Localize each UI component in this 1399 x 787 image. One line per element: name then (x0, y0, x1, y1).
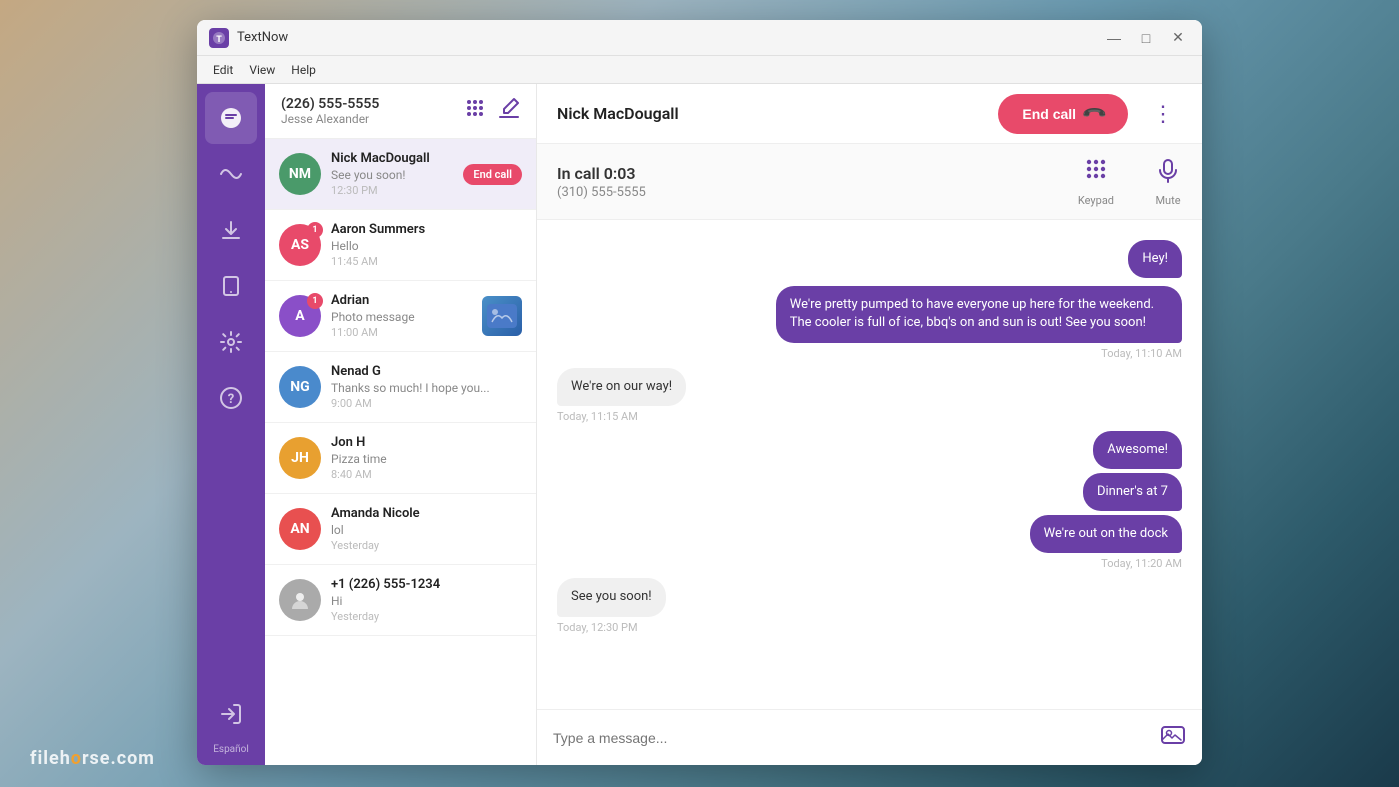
header-actions (464, 97, 520, 125)
sidebar-language[interactable]: Español (213, 744, 249, 765)
titlebar: T TextNow — □ ✕ (197, 20, 1202, 56)
watermark: filehorse.com (30, 748, 155, 769)
avatar-as: AS 1 (279, 224, 321, 266)
conversation-item-ng[interactable]: NG Nenad G Thanks so much! I hope you...… (265, 352, 536, 423)
keypad-button[interactable] (464, 97, 486, 125)
call-timer: In call 0:03 (557, 164, 1078, 183)
app-title: TextNow (237, 30, 1102, 45)
conv-info-unknown: +1 (226) 555-1234 Hi Yesterday (331, 577, 522, 623)
message-group-onway: We're on our way! Today, 11:15 AM (557, 368, 1182, 423)
call-info: In call 0:03 (310) 555-5555 (557, 164, 1078, 200)
unread-badge-a: 1 (307, 293, 323, 309)
maximize-button[interactable]: □ (1134, 28, 1158, 48)
svg-text:?: ? (228, 392, 234, 407)
menu-help[interactable]: Help (283, 59, 324, 81)
avatar-ng: NG (279, 366, 321, 408)
avatar-nm: NM (279, 153, 321, 195)
user-name: Jesse Alexander (281, 112, 464, 126)
keypad-label: Keypad (1078, 194, 1114, 207)
conversation-item-an[interactable]: AN Amanda Nicole lol Yesterday (265, 494, 536, 565)
avatar-unknown (279, 579, 321, 621)
message-group-seeyou: See you soon! Today, 12:30 PM (557, 578, 1182, 633)
avatar-jh: JH (279, 437, 321, 479)
sidebar-item-download[interactable] (205, 204, 257, 256)
call-actions: Keypad Mute (1078, 156, 1182, 207)
phone-hangup-icon: 📞 (1080, 99, 1108, 127)
message-bubble: Hey! (1128, 240, 1182, 278)
sidebar-item-logout[interactable] (205, 688, 257, 740)
app-logo: T (209, 28, 229, 48)
message-bubble: We're pretty pumped to have everyone up … (776, 286, 1182, 342)
conv-info-nm: Nick MacDougall See you soon! 12:30 PM (331, 151, 457, 197)
message-bubble: See you soon! (557, 578, 666, 616)
app-window: T TextNow — □ ✕ Edit View Help (197, 20, 1202, 765)
minimize-button[interactable]: — (1102, 28, 1126, 48)
avatar-a: A 1 (279, 295, 321, 337)
sidebar: ? Español (197, 84, 265, 765)
menu-edit[interactable]: Edit (205, 59, 241, 81)
message-input-area (537, 709, 1202, 765)
app-body: ? Español (226) 555-5555 Jesse Alexander (197, 84, 1202, 765)
close-button[interactable]: ✕ (1166, 28, 1190, 48)
message-bubble: Dinner's at 7 (1083, 473, 1182, 511)
attach-image-button[interactable] (1160, 722, 1186, 754)
message-timestamp: Today, 11:10 AM (1101, 347, 1182, 360)
keypad-action[interactable]: Keypad (1078, 156, 1114, 207)
message-bubble: Awesome! (1093, 431, 1182, 469)
conversations-list: NM Nick MacDougall See you soon! 12:30 P… (265, 139, 536, 765)
message-timestamp: Today, 12:30 PM (557, 621, 638, 634)
conv-info-as: Aaron Summers Hello 11:45 AM (331, 222, 522, 268)
mute-icon (1154, 156, 1182, 190)
menu-view[interactable]: View (241, 59, 283, 81)
conversations-panel: (226) 555-5555 Jesse Alexander (265, 84, 537, 765)
messages-list: Hey! We're pretty pumped to have everyon… (537, 220, 1202, 709)
conversation-item-a[interactable]: A 1 Adrian Photo message 11:00 AM (265, 281, 536, 352)
mute-label: Mute (1155, 194, 1180, 207)
sidebar-item-settings[interactable] (205, 316, 257, 368)
message-bubble: We're out on the dock (1030, 515, 1182, 553)
user-info: (226) 555-5555 Jesse Alexander (281, 96, 464, 126)
conv-info-jh: Jon H Pizza time 8:40 AM (331, 435, 522, 481)
compose-button[interactable] (498, 97, 520, 125)
sidebar-item-activity[interactable] (205, 148, 257, 200)
menubar: Edit View Help (197, 56, 1202, 84)
user-phone: (226) 555-5555 (281, 96, 464, 112)
end-call-button[interactable]: End call 📞 (998, 94, 1128, 134)
avatar-an: AN (279, 508, 321, 550)
message-timestamp: Today, 11:20 AM (1101, 557, 1182, 570)
message-timestamp: Today, 11:15 AM (557, 410, 638, 423)
more-options-button[interactable]: ⋮ (1144, 97, 1182, 131)
chat-contact-name: Nick MacDougall (557, 104, 998, 123)
message-group-hey: Hey! (557, 240, 1182, 278)
chat-header: Nick MacDougall End call 📞 ⋮ (537, 84, 1202, 144)
chat-area: Nick MacDougall End call 📞 ⋮ In call 0:0… (537, 84, 1202, 765)
mute-action[interactable]: Mute (1154, 156, 1182, 207)
conversation-item-nm[interactable]: NM Nick MacDougall See you soon! 12:30 P… (265, 139, 536, 210)
call-number: (310) 555-5555 (557, 185, 1078, 200)
message-bubble: We're on our way! (557, 368, 686, 406)
conversations-header: (226) 555-5555 Jesse Alexander (265, 84, 536, 139)
photo-thumbnail (482, 296, 522, 336)
call-status-bar: In call 0:03 (310) 555-5555 (537, 144, 1202, 220)
conversation-item-jh[interactable]: JH Jon H Pizza time 8:40 AM (265, 423, 536, 494)
message-input[interactable] (553, 730, 1160, 746)
conv-info-an: Amanda Nicole lol Yesterday (331, 506, 522, 552)
unread-badge-as: 1 (307, 222, 323, 238)
conv-info-a: Adrian Photo message 11:00 AM (331, 293, 476, 339)
conversation-item-as[interactable]: AS 1 Aaron Summers Hello 11:45 AM (265, 210, 536, 281)
message-group-pumped: We're pretty pumped to have everyone up … (557, 286, 1182, 359)
keypad-action-icon (1082, 156, 1110, 190)
conversation-item-unknown[interactable]: +1 (226) 555-1234 Hi Yesterday (265, 565, 536, 636)
message-group-awesome: Awesome! Dinner's at 7 We're out on the … (557, 431, 1182, 571)
sidebar-item-devices[interactable] (205, 260, 257, 312)
window-controls: — □ ✕ (1102, 28, 1190, 48)
end-call-badge: End call (463, 164, 522, 185)
svg-text:T: T (216, 35, 222, 45)
conv-info-ng: Nenad G Thanks so much! I hope you... 9:… (331, 364, 522, 410)
sidebar-item-help[interactable]: ? (205, 372, 257, 424)
sidebar-item-messages[interactable] (205, 92, 257, 144)
